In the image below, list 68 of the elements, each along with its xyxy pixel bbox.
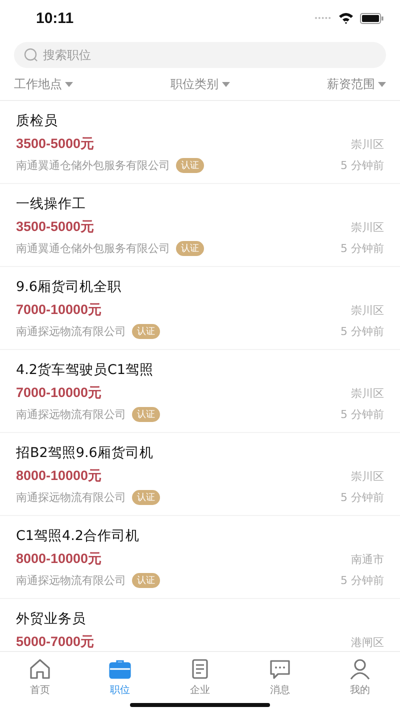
posted-time: 5 分钟前: [340, 241, 384, 256]
wifi-icon: [338, 12, 354, 24]
chat-icon: [269, 658, 291, 680]
location-text: 南通市: [351, 552, 384, 566]
filter-dropdown[interactable]: 薪资范围: [327, 76, 386, 92]
verified-badge: 认证: [132, 573, 160, 588]
location-text: 崇川区: [351, 136, 384, 152]
location-text: 港闸区: [351, 634, 384, 650]
job-title: 质检员: [16, 112, 59, 130]
job-card[interactable]: 9.6厢货司机全职 7000-10000元 崇川区 南通探远物流有限公司 认证 5 分钟前: [0, 267, 400, 350]
posted-time: 5 分钟前: [340, 490, 384, 505]
salary-text: 7000-10000元: [16, 384, 102, 402]
briefcase-icon: [109, 658, 131, 680]
tab-item[interactable]: 我的: [320, 658, 400, 697]
verified-badge: 认证: [132, 324, 160, 339]
job-card[interactable]: 一线操作工 3500-5000元 崇川区 南通翼通仓储外包服务有限公司 认证 5 分钟前: [0, 184, 400, 267]
salary-text: 8000-10000元: [16, 467, 102, 485]
filter-dropdown[interactable]: 工作地点: [14, 76, 73, 92]
job-title: 一线操作工: [16, 195, 87, 213]
posted-time: 5 分钟前: [340, 573, 384, 588]
company-name: 南通探远物流有限公司: [16, 407, 126, 422]
caret-icon: [378, 82, 386, 86]
job-card[interactable]: 质检员 3500-5000元 崇川区 南通翼通仓储外包服务有限公司 认证 5 分钟前: [0, 101, 400, 184]
job-title: 外贸业务员: [16, 610, 87, 628]
salary-text: 5000-7000元: [16, 633, 95, 651]
search-field[interactable]: 搜索职位: [43, 48, 376, 62]
posted-time: 5 分钟前: [340, 158, 384, 173]
salary-text: 8000-10000元: [16, 550, 102, 568]
tab-item[interactable]: 企业: [160, 658, 240, 697]
job-title: C1驾照4.2合作司机: [16, 527, 140, 545]
salary-text: 3500-5000元: [16, 218, 95, 236]
posted-time: 5 分钟前: [340, 324, 384, 339]
document-icon: [189, 658, 211, 680]
company-name: 南通探远物流有限公司: [16, 490, 126, 505]
job-title: 9.6厢货司机全职: [16, 278, 122, 296]
status-time: 10:11: [36, 10, 74, 26]
company-name: 南通翼通仓储外包服务有限公司: [16, 158, 170, 173]
tab-item[interactable]: 首页: [0, 658, 80, 697]
battery-icon: [360, 12, 384, 24]
posted-time: 5 分钟前: [340, 407, 384, 422]
job-title: 招B2驾照9.6厢货司机: [16, 444, 154, 462]
tab-item[interactable]: 职位: [80, 658, 160, 697]
company-name: 南通翼通仓储外包服务有限公司: [16, 241, 170, 256]
verified-badge: 认证: [132, 490, 160, 505]
salary-text: 3500-5000元: [16, 135, 95, 153]
verified-badge: 认证: [176, 158, 204, 173]
company-name: 南通探远物流有限公司: [16, 324, 126, 339]
location-text: 崇川区: [351, 220, 384, 234]
search-bar[interactable]: 搜索职位: [14, 42, 386, 68]
location-text: 崇川区: [351, 468, 384, 484]
caret-icon: [65, 82, 73, 86]
company-name: 南通探远物流有限公司: [16, 573, 126, 588]
tab-item[interactable]: 消息: [240, 658, 320, 697]
person-icon: [349, 658, 371, 680]
verified-badge: 认证: [176, 241, 204, 256]
verified-badge: 认证: [132, 407, 160, 422]
signal-icon: [314, 16, 332, 20]
job-title: 4.2货车驾驶员C1驾照: [16, 361, 154, 379]
job-card[interactable]: 4.2货车驾驶员C1驾照 7000-10000元 崇川区 南通探远物流有限公司 认证 5 分钟前: [0, 350, 400, 433]
job-card[interactable]: 招B2驾照9.6厢货司机 8000-10000元 崇川区 南通探远物流有限公司 认证 5 分钟前: [0, 433, 400, 516]
salary-text: 7000-10000元: [16, 301, 102, 319]
home-icon: [29, 658, 51, 680]
job-card[interactable]: C1驾照4.2合作司机 8000-10000元 南通市 南通探远物流有限公司 认证 5 分钟前: [0, 516, 400, 599]
search-icon: [24, 48, 38, 62]
location-text: 崇川区: [351, 302, 384, 318]
filter-dropdown[interactable]: 职位类别: [170, 76, 230, 92]
location-text: 崇川区: [351, 386, 384, 400]
caret-icon: [222, 82, 230, 86]
